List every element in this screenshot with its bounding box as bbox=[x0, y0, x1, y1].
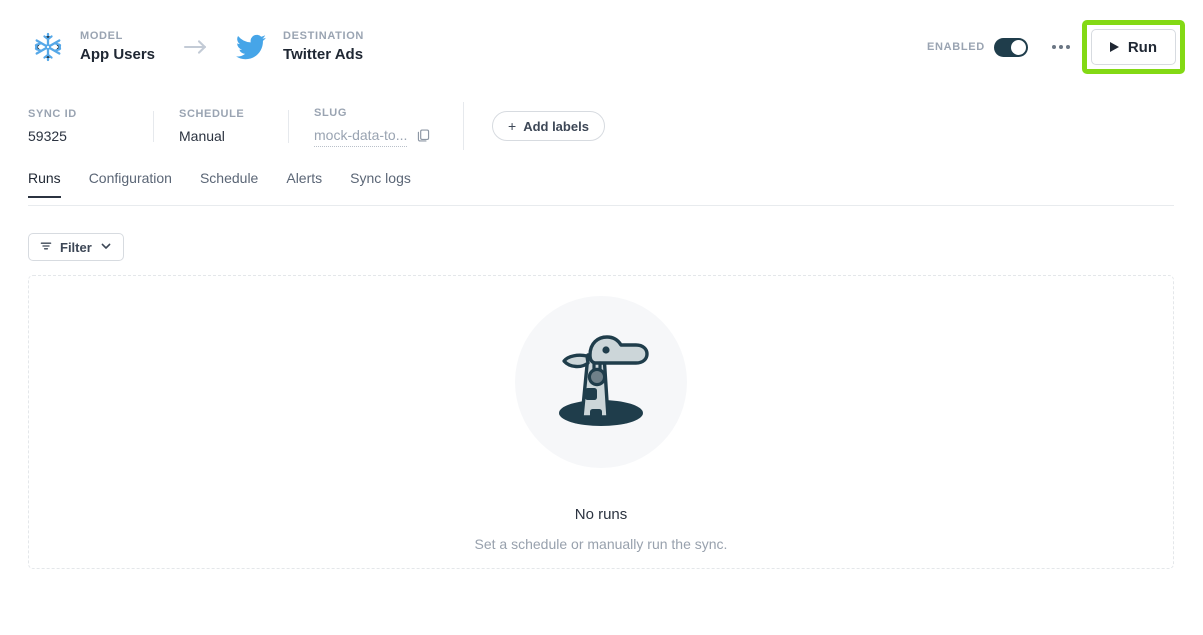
slug-line: mock-data-to... bbox=[314, 125, 437, 147]
empty-state-circle bbox=[515, 296, 687, 468]
funnel-icon bbox=[40, 240, 52, 255]
model-text: MODEL App Users bbox=[80, 29, 155, 65]
destination-block[interactable]: DESTINATION Twitter Ads bbox=[231, 27, 364, 67]
schedule-value: Manual bbox=[179, 127, 225, 144]
header-actions: ENABLED Run bbox=[927, 20, 1203, 74]
schedule-label: SCHEDULE bbox=[179, 107, 245, 120]
add-labels-label: Add labels bbox=[523, 118, 589, 134]
model-kicker: MODEL bbox=[80, 30, 124, 42]
tab-runs[interactable]: Runs bbox=[28, 170, 61, 198]
kebab-dot bbox=[1058, 45, 1063, 49]
meta-divider bbox=[463, 102, 464, 150]
meta-schedule: SCHEDULE Manual bbox=[153, 107, 288, 146]
chevron-down-icon bbox=[100, 240, 112, 255]
tab-schedule[interactable]: Schedule bbox=[200, 170, 258, 198]
giraffe-illustration bbox=[538, 325, 664, 440]
copy-icon[interactable] bbox=[416, 128, 431, 143]
tab-configuration[interactable]: Configuration bbox=[89, 170, 172, 198]
filter-label: Filter bbox=[60, 239, 92, 255]
sync-meta-row: SYNC ID 59325 SCHEDULE Manual SLUG mock-… bbox=[0, 94, 1203, 158]
kebab-dot bbox=[1051, 45, 1056, 49]
tab-bar: Runs Configuration Schedule Alerts Sync … bbox=[0, 170, 1203, 206]
run-button-label: Run bbox=[1127, 38, 1157, 56]
sync-id-value: 59325 bbox=[28, 127, 67, 144]
page-header: MODEL App Users DESTINATION Twitter Ads … bbox=[0, 0, 1203, 94]
play-icon bbox=[1109, 42, 1119, 52]
model-name: App Users bbox=[80, 46, 156, 63]
enabled-label: ENABLED bbox=[927, 41, 985, 53]
add-labels-button[interactable]: + Add labels bbox=[492, 111, 605, 141]
empty-state-subtitle: Set a schedule or manually run the sync. bbox=[474, 536, 728, 552]
run-button[interactable]: Run bbox=[1090, 29, 1176, 65]
plus-icon: + bbox=[508, 118, 517, 134]
tab-sync-logs[interactable]: Sync logs bbox=[350, 170, 411, 198]
runs-empty-state-card: No runs Set a schedule or manually run t… bbox=[28, 275, 1174, 569]
filter-row: Filter bbox=[28, 233, 124, 261]
destination-kicker: DESTINATION bbox=[283, 30, 365, 42]
empty-state-title: No runs bbox=[574, 506, 628, 523]
sync-id-label: SYNC ID bbox=[28, 107, 77, 120]
toggle-knob bbox=[1010, 39, 1026, 55]
meta-slug: SLUG mock-data-to... bbox=[288, 106, 463, 147]
meta-sync-id: SYNC ID 59325 bbox=[28, 107, 153, 146]
enabled-toggle[interactable] bbox=[993, 37, 1028, 57]
destination-name: Twitter Ads bbox=[283, 46, 364, 63]
kebab-dot bbox=[1065, 45, 1070, 49]
twitter-bird-icon bbox=[231, 27, 271, 67]
destination-text: DESTINATION Twitter Ads bbox=[283, 29, 364, 65]
filter-button[interactable]: Filter bbox=[28, 233, 124, 261]
slug-value[interactable]: mock-data-to... bbox=[314, 125, 408, 147]
sync-detail-page: MODEL App Users DESTINATION Twitter Ads … bbox=[0, 0, 1203, 635]
model-block[interactable]: MODEL App Users bbox=[28, 27, 155, 67]
tab-alerts[interactable]: Alerts bbox=[286, 170, 322, 198]
header-source-destination: MODEL App Users DESTINATION Twitter Ads bbox=[0, 27, 364, 67]
arrow-right-icon bbox=[183, 39, 209, 55]
run-button-annotation: Run bbox=[1081, 20, 1185, 74]
kebab-menu-icon[interactable] bbox=[1048, 39, 1074, 55]
slug-label: SLUG bbox=[314, 106, 347, 119]
snowflake-icon bbox=[28, 27, 68, 67]
